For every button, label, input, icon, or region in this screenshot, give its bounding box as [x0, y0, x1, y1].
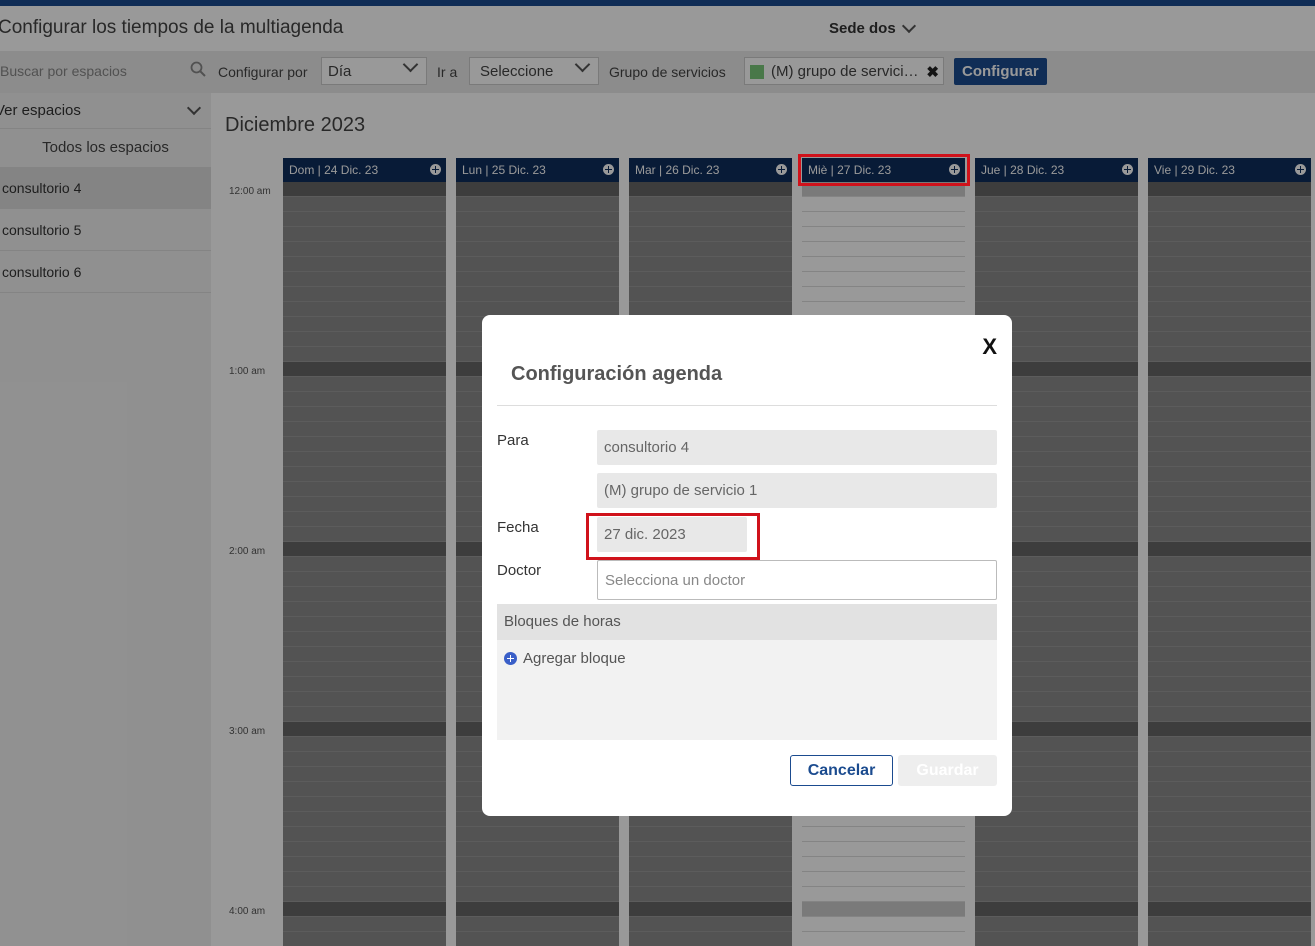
- bloques-header: Bloques de horas: [497, 604, 997, 640]
- highlight-box-day: [798, 154, 970, 186]
- doctor-label: Doctor: [497, 562, 542, 579]
- divider: [497, 405, 997, 406]
- bloques-list: Agregar bloque: [497, 640, 997, 740]
- para-label: Para: [497, 432, 529, 449]
- para-field: consultorio 4: [597, 430, 997, 465]
- configuracion-agenda-dialog: X Configuración agenda Para consultorio …: [482, 315, 1012, 816]
- grupo-servicio-field: (M) grupo de servicio 1: [597, 473, 997, 508]
- fecha-label: Fecha: [497, 519, 539, 536]
- agregar-bloque-link[interactable]: Agregar bloque: [504, 650, 626, 667]
- plus-circle-icon: [504, 652, 517, 665]
- cancel-button[interactable]: Cancelar: [790, 755, 893, 786]
- doctor-select[interactable]: Selecciona un doctor: [597, 560, 997, 600]
- save-button[interactable]: Guardar: [898, 755, 997, 786]
- highlight-box-fecha: [586, 513, 760, 560]
- agregar-bloque-label: Agregar bloque: [523, 650, 626, 667]
- dialog-title: Configuración agenda: [511, 363, 723, 385]
- close-button[interactable]: X: [982, 334, 997, 360]
